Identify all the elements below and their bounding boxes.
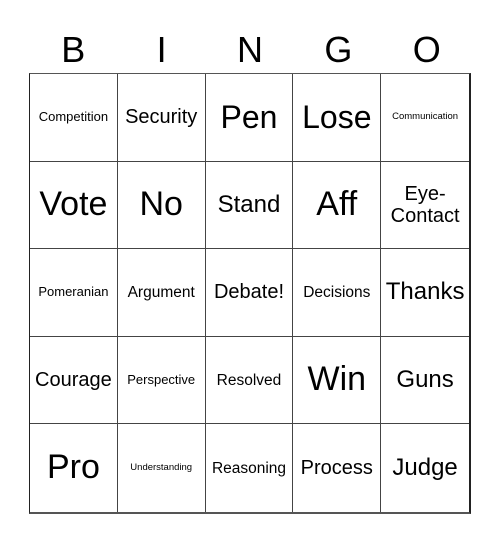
- bingo-cell[interactable]: Decisions: [293, 249, 382, 337]
- bingo-cell[interactable]: Pomeranian: [30, 249, 118, 337]
- bingo-cell[interactable]: Guns: [381, 337, 469, 425]
- bingo-grid: Competition Security Pen Lose Communicat…: [29, 73, 471, 514]
- bingo-cell[interactable]: Aff: [293, 161, 382, 250]
- bingo-cell[interactable]: Debate!: [205, 249, 294, 337]
- bingo-cell[interactable]: Thanks: [381, 249, 469, 337]
- bingo-cell[interactable]: No: [117, 161, 206, 250]
- bingo-cell[interactable]: Argument: [117, 249, 206, 337]
- bingo-cell[interactable]: Reasoning: [206, 424, 294, 512]
- bingo-cell[interactable]: Communication: [381, 74, 469, 162]
- bingo-cell[interactable]: Eye- Contact: [381, 162, 469, 250]
- header-letter-o: O: [412, 29, 441, 70]
- bingo-header: B I N G O: [29, 28, 471, 72]
- bingo-cell[interactable]: Perspective: [117, 336, 206, 425]
- bingo-cell[interactable]: Courage: [30, 336, 118, 425]
- bingo-cell[interactable]: Lose: [293, 74, 382, 162]
- bingo-cell[interactable]: Understanding: [118, 424, 206, 512]
- header-letter-g: G: [324, 29, 353, 70]
- bingo-cell[interactable]: Resolved: [205, 336, 294, 425]
- bingo-cell[interactable]: Security: [117, 74, 206, 162]
- bingo-cell[interactable]: Stand: [205, 161, 294, 250]
- bingo-cell[interactable]: Pen: [205, 74, 294, 162]
- bingo-cell[interactable]: Win: [293, 336, 382, 425]
- bingo-cell[interactable]: Process: [293, 424, 382, 512]
- bingo-cell[interactable]: Vote: [30, 161, 118, 250]
- bingo-cell[interactable]: Pro: [30, 424, 118, 512]
- header-letter-i: I: [156, 29, 167, 70]
- bingo-cell[interactable]: Judge: [381, 424, 469, 512]
- bingo-cell[interactable]: Competition: [30, 74, 118, 162]
- header-letter-n: N: [236, 29, 263, 70]
- header-letter-b: B: [61, 29, 86, 70]
